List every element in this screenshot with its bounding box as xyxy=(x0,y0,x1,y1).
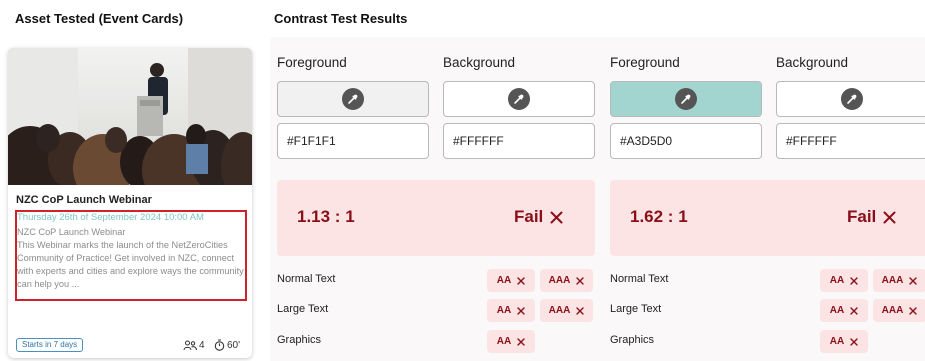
description-line: with experts and cities and explore ways… xyxy=(17,265,244,276)
description-line: NZC CoP Launch Webinar xyxy=(17,227,126,237)
large-text-label: Large Text xyxy=(277,303,329,315)
x-mark-icon xyxy=(576,276,585,285)
x-mark-icon xyxy=(576,306,585,315)
x-mark-icon xyxy=(909,306,918,315)
large-text-aaa-badge: AAA xyxy=(873,299,925,322)
x-mark-icon xyxy=(517,276,525,285)
event-date: Thursday 26th of September 2024 10:00 AM xyxy=(17,212,204,223)
contrast-results-heading: Contrast Test Results xyxy=(274,11,408,26)
eyedropper-icon[interactable] xyxy=(342,88,364,110)
foreground-label: Foreground xyxy=(277,55,347,70)
contrast-result-box: 1.13 : 1 Fail xyxy=(277,180,595,256)
background-label: Background xyxy=(443,55,516,70)
aaa-label: AAA xyxy=(548,305,571,316)
contrast-test-1: Foreground Background #F1F1F1 #FFFFFF 1.… xyxy=(270,37,595,361)
event-title[interactable]: NZC CoP Launch Webinar xyxy=(16,194,152,206)
verdict: Fail xyxy=(847,207,896,227)
aaa-label: AAA xyxy=(881,275,904,286)
x-mark-icon xyxy=(517,306,525,315)
normal-text-aaa-badge: AAA xyxy=(873,269,925,292)
description-line: This Webinar marks the launch of the Net… xyxy=(17,239,228,250)
eyedropper-icon[interactable] xyxy=(508,88,530,110)
aa-label: AA xyxy=(829,336,845,347)
foreground-hex-input[interactable]: #F1F1F1 xyxy=(277,123,429,159)
asset-tested-heading: Asset Tested (Event Cards) xyxy=(15,11,184,26)
aa-label: AA xyxy=(829,305,845,316)
x-mark-icon xyxy=(850,337,858,346)
contrast-result-box: 1.62 : 1 Fail xyxy=(610,180,925,256)
x-mark-icon xyxy=(850,306,858,315)
normal-text-aa-badge: AA xyxy=(820,269,868,292)
aaa-label: AAA xyxy=(881,305,904,316)
normal-text-label: Normal Text xyxy=(277,273,336,285)
starts-in-badge: Starts in 7 days xyxy=(16,338,84,352)
normal-text-aaa-badge: AAA xyxy=(540,269,593,292)
large-text-aa-badge: AA xyxy=(820,299,868,322)
x-mark-icon xyxy=(850,276,858,285)
description-line: Community of Practice! Get involved in N… xyxy=(17,252,235,263)
stopwatch-icon xyxy=(214,339,225,351)
contrast-test-2: Foreground Background #A3D5D0 #FFFFFF 1.… xyxy=(603,37,925,361)
contrast-ratio: 1.62 : 1 xyxy=(630,207,688,226)
aa-label: AA xyxy=(496,275,512,286)
large-text-label: Large Text xyxy=(610,303,662,315)
webinar-photo xyxy=(8,48,252,185)
foreground-hex-input[interactable]: #A3D5D0 xyxy=(610,123,762,159)
graphics-aa-badge: AA xyxy=(487,330,535,353)
event-card[interactable]: NZC CoP Launch Webinar Thursday 26th of … xyxy=(8,48,252,358)
x-mark-icon xyxy=(550,211,563,224)
attendee-count-value: 4 xyxy=(199,339,205,351)
description-line: can help you ... xyxy=(17,278,80,289)
people-icon xyxy=(183,340,197,351)
background-swatch[interactable] xyxy=(443,81,595,117)
contrast-ratio: 1.13 : 1 xyxy=(297,207,355,226)
eyedropper-icon[interactable] xyxy=(675,88,697,110)
aa-label: AA xyxy=(496,305,512,316)
normal-text-label: Normal Text xyxy=(610,273,669,285)
duration-value: 60' xyxy=(227,339,241,351)
graphics-label: Graphics xyxy=(277,334,322,346)
large-text-aaa-badge: AAA xyxy=(540,299,593,322)
graphics-label: Graphics xyxy=(610,334,655,346)
aa-label: AA xyxy=(496,336,512,347)
aa-label: AA xyxy=(829,275,845,286)
normal-text-aa-badge: AA xyxy=(487,269,535,292)
foreground-swatch[interactable] xyxy=(277,81,429,117)
x-mark-icon xyxy=(883,211,896,224)
background-label: Background xyxy=(776,55,849,70)
x-mark-icon xyxy=(909,276,918,285)
foreground-label: Foreground xyxy=(610,55,680,70)
eyedropper-icon[interactable] xyxy=(841,88,863,110)
graphics-aa-badge: AA xyxy=(820,330,868,353)
verdict: Fail xyxy=(514,207,563,227)
aaa-label: AAA xyxy=(548,275,571,286)
background-hex-input[interactable]: #FFFFFF xyxy=(443,123,595,159)
background-hex-input[interactable]: #FFFFFF xyxy=(776,123,925,159)
verdict-label: Fail xyxy=(514,207,544,226)
event-duration: 60' xyxy=(214,338,240,352)
large-text-aa-badge: AA xyxy=(487,299,535,322)
attendee-count: 4 xyxy=(183,338,205,352)
event-description: NZC CoP Launch Webinar This Webinar mark… xyxy=(17,226,249,291)
verdict-label: Fail xyxy=(847,207,877,226)
x-mark-icon xyxy=(517,337,525,346)
foreground-swatch[interactable] xyxy=(610,81,762,117)
background-swatch[interactable] xyxy=(776,81,925,117)
